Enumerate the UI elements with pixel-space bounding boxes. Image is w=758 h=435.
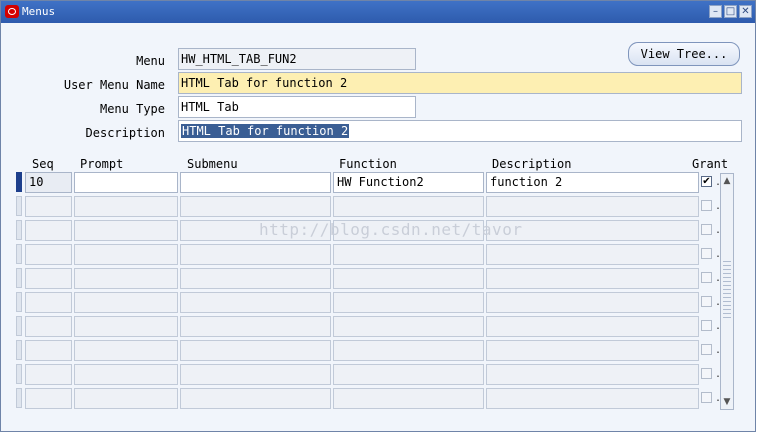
cell-prompt[interactable] bbox=[74, 220, 178, 241]
view-tree-button[interactable]: View Tree... bbox=[628, 42, 740, 66]
cell-seq[interactable] bbox=[25, 364, 72, 385]
scroll-down-icon[interactable]: ▼ bbox=[722, 396, 732, 408]
col-header-submenu: Submenu bbox=[187, 157, 238, 171]
cell-seq[interactable] bbox=[25, 268, 72, 289]
cell-prompt[interactable] bbox=[74, 292, 178, 313]
cell-submenu[interactable] bbox=[180, 316, 331, 337]
record-indicator[interactable] bbox=[16, 292, 22, 312]
title-bar[interactable]: Menus – □ ✕ bbox=[1, 1, 755, 23]
watermark-text: http://blog.csdn.net/tavor bbox=[259, 220, 523, 239]
grant-checkbox[interactable] bbox=[701, 368, 712, 379]
cell-description[interactable] bbox=[486, 196, 699, 217]
menu-type-field[interactable]: HTML Tab bbox=[178, 96, 416, 118]
col-header-description: Description bbox=[492, 157, 572, 171]
col-header-seq: Seq bbox=[32, 157, 54, 171]
cell-function[interactable]: HW Function2 bbox=[333, 172, 484, 193]
grant-checkbox[interactable] bbox=[701, 272, 712, 283]
record-indicator[interactable] bbox=[16, 364, 22, 384]
col-header-prompt: Prompt bbox=[80, 157, 124, 171]
grant-checkbox[interactable] bbox=[701, 200, 712, 211]
cell-prompt[interactable] bbox=[74, 388, 178, 409]
cell-function[interactable] bbox=[333, 388, 484, 409]
menus-window: Menus – □ ✕ Menu HW_HTML_TAB_FUN2 View T… bbox=[0, 0, 756, 432]
close-icon[interactable]: ✕ bbox=[739, 5, 752, 18]
cell-submenu[interactable] bbox=[180, 172, 331, 193]
window-title: Menus bbox=[22, 5, 56, 18]
record-indicator[interactable] bbox=[16, 196, 22, 216]
user-menu-name-label: User Menu Name bbox=[63, 78, 165, 92]
cell-seq[interactable] bbox=[25, 292, 72, 313]
cell-description[interactable] bbox=[486, 388, 699, 409]
grant-checkbox[interactable]: ✔ bbox=[701, 176, 712, 187]
scroll-up-icon[interactable]: ▲ bbox=[722, 175, 732, 187]
cell-seq[interactable] bbox=[25, 220, 72, 241]
cell-submenu[interactable] bbox=[180, 340, 331, 361]
cell-prompt[interactable] bbox=[74, 364, 178, 385]
record-indicator[interactable] bbox=[16, 388, 22, 408]
grid-scrollbar[interactable]: ▲ ▼ bbox=[720, 173, 734, 410]
menu-label: Menu bbox=[136, 54, 165, 68]
cell-submenu[interactable] bbox=[180, 268, 331, 289]
record-indicator[interactable] bbox=[16, 268, 22, 288]
cell-description[interactable] bbox=[486, 244, 699, 265]
maximize-icon[interactable]: □ bbox=[724, 5, 737, 18]
record-indicator[interactable] bbox=[16, 316, 22, 336]
record-indicator[interactable] bbox=[16, 220, 22, 240]
cell-prompt[interactable] bbox=[74, 340, 178, 361]
cell-seq[interactable] bbox=[25, 196, 72, 217]
grant-checkbox[interactable] bbox=[701, 296, 712, 307]
record-indicator[interactable] bbox=[16, 340, 22, 360]
cell-function[interactable] bbox=[333, 340, 484, 361]
cell-submenu[interactable] bbox=[180, 244, 331, 265]
cell-seq[interactable] bbox=[25, 244, 72, 265]
cell-seq[interactable] bbox=[25, 316, 72, 337]
cell-prompt[interactable] bbox=[74, 172, 178, 193]
menu-type-label: Menu Type bbox=[99, 102, 165, 116]
user-menu-name-field[interactable]: HTML Tab for function 2 bbox=[178, 72, 742, 94]
cell-prompt[interactable] bbox=[74, 196, 178, 217]
current-record-indicator[interactable] bbox=[16, 172, 22, 192]
col-header-function: Function bbox=[339, 157, 397, 171]
cell-function[interactable] bbox=[333, 364, 484, 385]
cell-submenu[interactable] bbox=[180, 364, 331, 385]
cell-submenu[interactable] bbox=[180, 388, 331, 409]
oracle-logo-icon bbox=[5, 5, 19, 18]
cell-prompt[interactable] bbox=[74, 316, 178, 337]
cell-seq[interactable] bbox=[25, 388, 72, 409]
cell-seq[interactable]: 10 bbox=[25, 172, 72, 193]
grant-checkbox[interactable] bbox=[701, 248, 712, 259]
cell-description[interactable] bbox=[486, 292, 699, 313]
cell-prompt[interactable] bbox=[74, 244, 178, 265]
cell-function[interactable] bbox=[333, 268, 484, 289]
cell-description[interactable] bbox=[486, 340, 699, 361]
cell-submenu[interactable] bbox=[180, 196, 331, 217]
description-selected-text: HTML Tab for function 2 bbox=[181, 124, 350, 138]
cell-function[interactable] bbox=[333, 244, 484, 265]
cell-prompt[interactable] bbox=[74, 268, 178, 289]
cell-function[interactable] bbox=[333, 292, 484, 313]
grant-checkbox[interactable] bbox=[701, 392, 712, 403]
cell-description[interactable] bbox=[486, 316, 699, 337]
description-label: Description bbox=[85, 126, 165, 140]
menu-field[interactable]: HW_HTML_TAB_FUN2 bbox=[178, 48, 416, 70]
cell-seq[interactable] bbox=[25, 340, 72, 361]
grant-checkbox[interactable] bbox=[701, 344, 712, 355]
scroll-thumb[interactable] bbox=[723, 258, 731, 318]
grant-checkbox[interactable] bbox=[701, 320, 712, 331]
description-field[interactable]: HTML Tab for function 2 bbox=[178, 120, 742, 142]
cell-description[interactable] bbox=[486, 268, 699, 289]
cell-description[interactable]: function 2 bbox=[486, 172, 699, 193]
cell-description[interactable] bbox=[486, 364, 699, 385]
grant-checkbox[interactable] bbox=[701, 224, 712, 235]
minimize-icon[interactable]: – bbox=[709, 5, 722, 18]
cell-submenu[interactable] bbox=[180, 292, 331, 313]
cell-function[interactable] bbox=[333, 316, 484, 337]
col-header-grant: Grant bbox=[692, 157, 729, 171]
record-indicator[interactable] bbox=[16, 244, 22, 264]
cell-function[interactable] bbox=[333, 196, 484, 217]
